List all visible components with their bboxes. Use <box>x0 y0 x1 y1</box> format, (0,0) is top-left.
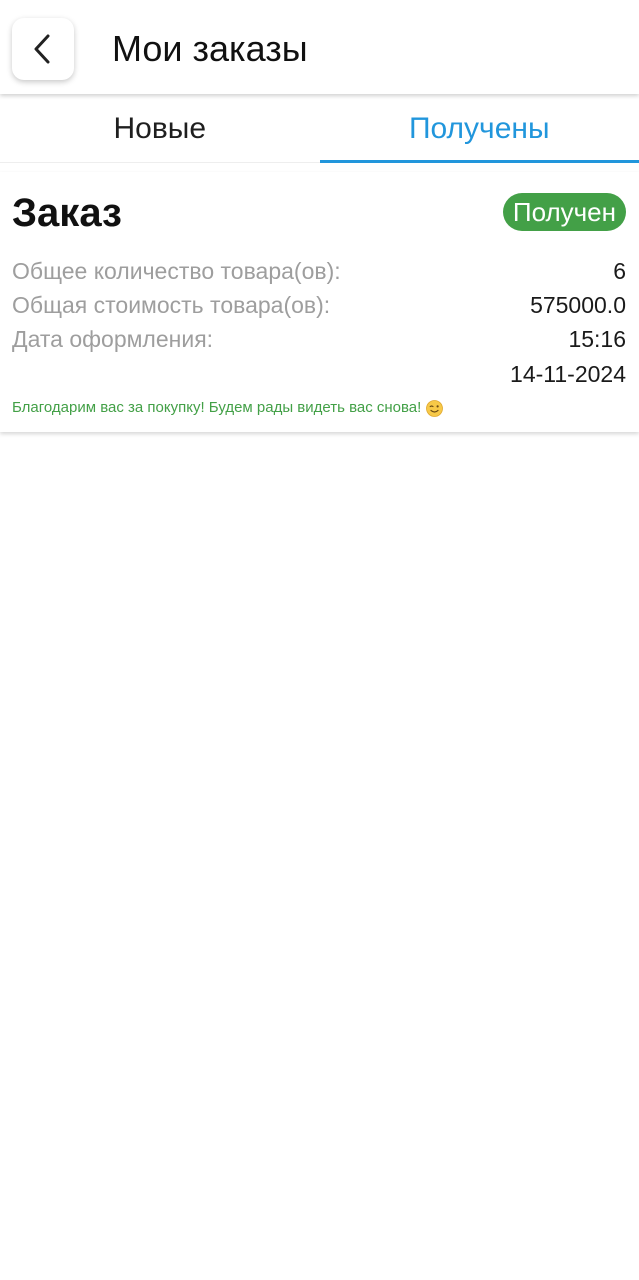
date-value: 14-11-2024 <box>510 361 626 387</box>
total-label: Общая стоимость товара(ов): <box>12 292 331 318</box>
order-title: Заказ <box>12 191 122 235</box>
thanks-text: Благодарим вас за покупку! Будем рады ви… <box>12 399 422 416</box>
chevron-left-icon <box>34 34 50 64</box>
order-tabs: Новые Получены <box>0 96 639 163</box>
date-label: Дата оформления: <box>12 326 214 352</box>
tab-new[interactable]: Новые <box>0 96 320 162</box>
wink-emoji-icon <box>426 399 444 417</box>
order-row-date: Дата оформления: 15:16 <box>12 324 626 354</box>
total-value: 575000.0 <box>530 292 626 318</box>
top-app-bar: Мои заказы <box>0 0 639 94</box>
tab-received[interactable]: Получены <box>319 96 639 163</box>
quantity-value: 6 <box>613 258 626 284</box>
thanks-message: Благодарим вас за покупку! Будем рады ви… <box>12 398 444 418</box>
order-row-quantity: Общее количество товара(ов): 6 <box>12 256 626 286</box>
page-title: Мои заказы <box>112 28 308 69</box>
status-badge: Получен <box>502 193 626 231</box>
order-row-total: Общая стоимость товара(ов): 575000.0 <box>12 290 626 320</box>
time-value: 15:16 <box>568 326 626 352</box>
quantity-label: Общее количество товара(ов): <box>12 258 341 284</box>
order-row-date-value: 14-11-2024 <box>12 359 626 389</box>
order-card[interactable]: Заказ Получен Общее количество товара(ов… <box>0 172 639 432</box>
back-button[interactable] <box>12 18 74 80</box>
app-root: Мои заказы Новые Получены Заказ Получен … <box>0 0 639 1280</box>
